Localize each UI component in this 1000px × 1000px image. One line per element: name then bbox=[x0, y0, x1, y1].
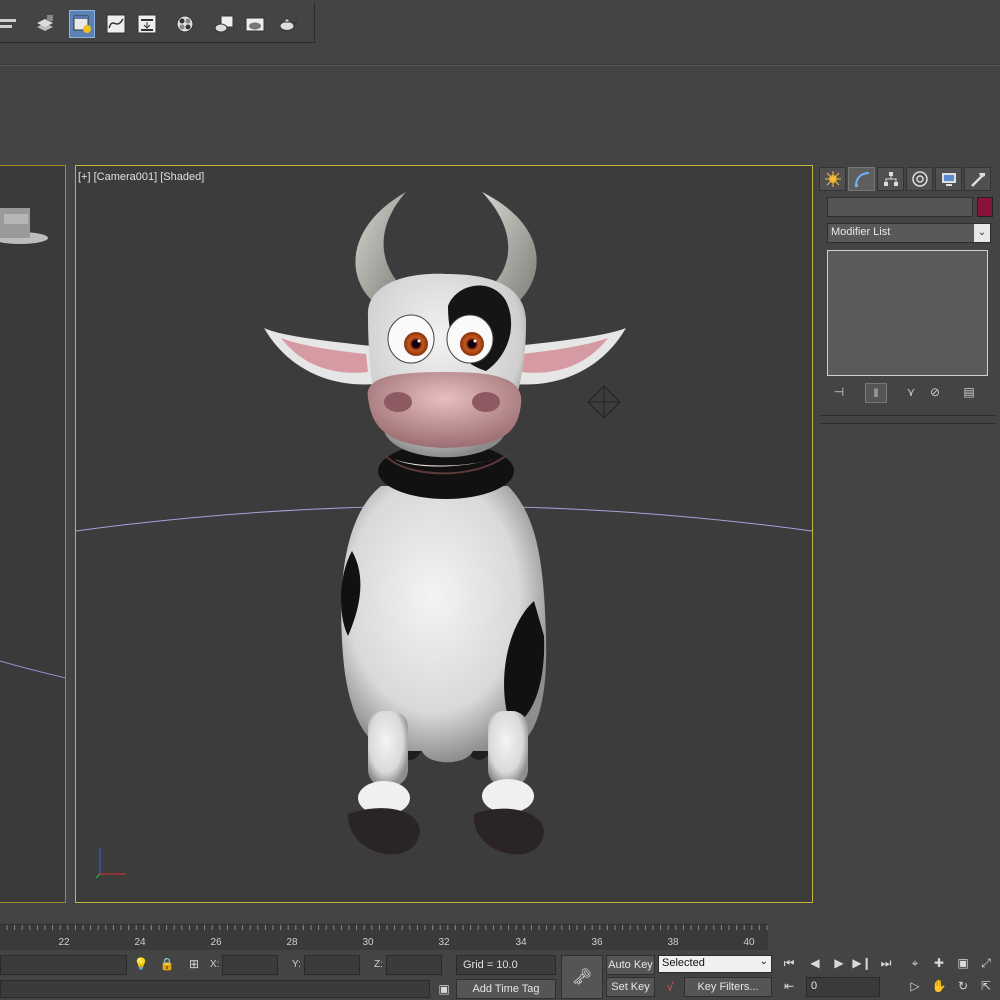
motion-tab-icon[interactable] bbox=[906, 167, 933, 191]
previous-frame-icon[interactable]: ◀ bbox=[805, 954, 825, 972]
time-ruler[interactable]: 22 24 26 28 30 32 34 36 38 40 bbox=[0, 924, 768, 951]
zoom-all-icon[interactable]: ✚ bbox=[929, 954, 949, 972]
maxscript-listener-field[interactable] bbox=[0, 955, 127, 975]
pan-view-icon[interactable]: ✋ bbox=[929, 977, 949, 995]
schematic-view-icon[interactable] bbox=[134, 10, 160, 38]
isolate-selection-icon[interactable]: 💡 bbox=[131, 955, 151, 973]
tick-label: 38 bbox=[667, 937, 679, 948]
x-coordinate-field[interactable] bbox=[222, 955, 278, 975]
y-coordinate-field[interactable] bbox=[304, 955, 360, 975]
command-panel: Modifier List ⌄ ⊣ ‖ ⋎ ⊘ ▤ bbox=[817, 165, 1000, 945]
ruler-ticks bbox=[6, 925, 768, 930]
chevron-down-icon: ⌄ bbox=[974, 224, 990, 242]
tick-label: 36 bbox=[591, 937, 603, 948]
tab-strip bbox=[0, 46, 1000, 65]
main-toolbar bbox=[0, 0, 1000, 46]
modifier-list-label: Modifier List bbox=[831, 226, 891, 238]
render-setup-icon[interactable] bbox=[211, 10, 237, 38]
next-frame-icon[interactable]: ▶❙ bbox=[852, 954, 872, 972]
key-mode-value: Selected bbox=[662, 957, 705, 969]
absolute-mode-icon[interactable]: ⊞ bbox=[184, 955, 204, 973]
tick-label: 32 bbox=[438, 937, 450, 948]
play-icon[interactable]: ▶ bbox=[829, 954, 849, 972]
zoom-icon[interactable]: ⌖ bbox=[905, 954, 925, 972]
set-key-label: Set Key bbox=[611, 981, 650, 993]
viewport-scene bbox=[76, 192, 812, 879]
default-in-out-tangents-icon[interactable]: √ bbox=[660, 978, 680, 996]
utilities-tab-icon[interactable] bbox=[964, 167, 991, 191]
show-end-result-icon[interactable]: ‖ bbox=[865, 383, 887, 403]
render-teapot-icon[interactable] bbox=[274, 10, 300, 38]
left-viewport-scene bbox=[0, 208, 65, 679]
rendered-frame-icon[interactable] bbox=[242, 10, 268, 38]
status-bar: 💡 🔒 ⊞ X: Y: Z: Grid = 10.0 ▣ Add Time Ta… bbox=[0, 950, 1000, 1000]
add-time-tag-label: Add Time Tag bbox=[472, 983, 540, 995]
chevron-down-icon: ⌄ bbox=[759, 956, 768, 967]
material-editor-icon[interactable] bbox=[172, 10, 198, 38]
grid-readout: Grid = 10.0 bbox=[456, 955, 556, 975]
go-to-start-icon[interactable]: ⏮ bbox=[779, 954, 799, 972]
maximize-viewport-icon[interactable]: ⇱ bbox=[976, 977, 996, 995]
grid-value: Grid = 10.0 bbox=[463, 959, 518, 971]
field-of-view-icon[interactable]: ▷ bbox=[905, 977, 925, 995]
tick-label: 28 bbox=[286, 937, 298, 948]
camera-target-icon bbox=[587, 385, 621, 419]
layer-manager-icon[interactable] bbox=[32, 10, 58, 38]
remove-modifier-icon[interactable]: ⊘ bbox=[925, 383, 945, 401]
add-time-tag-button[interactable]: Add Time Tag bbox=[456, 979, 556, 999]
align-icon[interactable] bbox=[0, 10, 22, 38]
orbit-icon[interactable]: ↻ bbox=[953, 977, 973, 995]
tick-label: 30 bbox=[362, 937, 374, 948]
x-label: X: bbox=[210, 959, 220, 970]
hierarchy-tab-icon[interactable] bbox=[877, 167, 904, 191]
create-tab-icon[interactable] bbox=[819, 167, 846, 191]
left-viewport[interactable] bbox=[0, 165, 66, 903]
display-tab-icon[interactable] bbox=[935, 167, 962, 191]
set-key-button[interactable]: Set Key bbox=[606, 977, 655, 997]
modifier-list-dropdown[interactable]: Modifier List ⌄ bbox=[827, 223, 991, 243]
toolbar-group bbox=[0, 2, 315, 43]
make-unique-icon[interactable]: ⋎ bbox=[901, 383, 921, 401]
modifier-stack[interactable] bbox=[827, 250, 988, 376]
selection-lock-icon[interactable]: 🔒 bbox=[157, 955, 177, 973]
current-frame-field[interactable]: 0 bbox=[806, 977, 880, 997]
time-tag-icon[interactable]: ▣ bbox=[434, 980, 454, 998]
object-name-input[interactable] bbox=[827, 197, 973, 217]
prompt-line bbox=[0, 980, 430, 998]
camera-viewport[interactable]: [+] [Camera001] [Shaded] bbox=[75, 165, 813, 903]
configure-modifier-sets-icon[interactable]: ▤ bbox=[959, 383, 979, 401]
y-label: Y: bbox=[292, 959, 301, 970]
key-filters-label: Key Filters... bbox=[697, 981, 759, 993]
curve-editor-icon[interactable] bbox=[103, 10, 129, 38]
modify-tab-icon[interactable] bbox=[848, 167, 875, 191]
auto-key-button[interactable]: Auto Key bbox=[606, 955, 655, 975]
key-mode-select[interactable]: Selected ⌄ bbox=[658, 955, 772, 973]
go-to-end-icon[interactable]: ⏭ bbox=[876, 954, 896, 972]
auto-key-label: Auto Key bbox=[608, 959, 653, 971]
tick-label: 24 bbox=[134, 937, 146, 948]
ribbon bbox=[0, 65, 1000, 164]
object-color-swatch[interactable] bbox=[977, 197, 993, 217]
tick-label: 22 bbox=[58, 937, 70, 948]
key-filters-button[interactable]: Key Filters... bbox=[684, 977, 772, 997]
z-label: Z: bbox=[374, 959, 383, 970]
axis-tripod-icon bbox=[95, 848, 126, 879]
scene-explorer-icon[interactable] bbox=[69, 10, 95, 38]
z-coordinate-field[interactable] bbox=[386, 955, 442, 975]
current-frame-value: 0 bbox=[811, 980, 818, 992]
key-mode-toggle-icon[interactable]: ⇤ bbox=[779, 977, 799, 995]
zoom-extents-all-icon[interactable]: ⤢ bbox=[976, 954, 996, 972]
pin-stack-icon[interactable]: ⊣ bbox=[829, 383, 849, 401]
zoom-extents-icon[interactable]: ▣ bbox=[953, 954, 973, 972]
tick-label: 26 bbox=[210, 937, 222, 948]
tick-label: 34 bbox=[515, 937, 527, 948]
tick-label: 40 bbox=[743, 937, 755, 948]
set-keys-key-icon[interactable]: 🗝 bbox=[561, 955, 603, 999]
